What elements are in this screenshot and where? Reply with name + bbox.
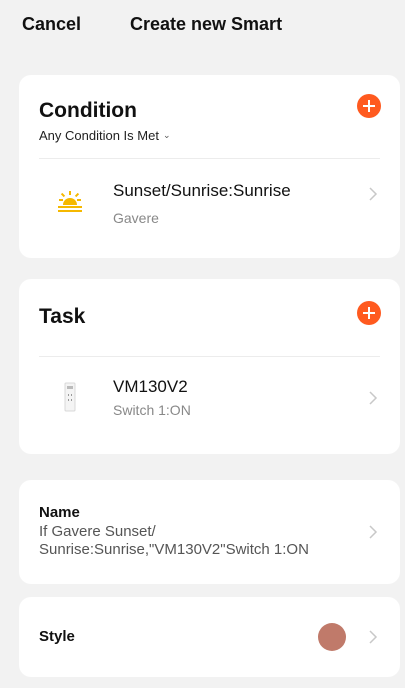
top-bar: Cancel Create new Smart bbox=[0, 0, 405, 52]
task-item-subtitle: Switch 1:ON bbox=[113, 402, 191, 418]
chevron-right-icon bbox=[369, 630, 378, 644]
task-item-title: VM130V2 bbox=[113, 377, 188, 396]
condition-item-title: Sunset/Sunrise:Sunrise bbox=[113, 181, 291, 200]
task-card: Task VM130V2 Switch 1:ON bbox=[19, 279, 400, 454]
add-condition-button[interactable] bbox=[357, 94, 381, 118]
cancel-button[interactable]: Cancel bbox=[22, 14, 81, 35]
condition-mode-dropdown[interactable]: Any Condition Is Met ⌄ bbox=[39, 128, 171, 143]
chevron-right-icon bbox=[369, 187, 378, 201]
style-row[interactable]: Style bbox=[19, 597, 400, 677]
switch-device-icon bbox=[64, 382, 76, 412]
caret-down-icon: ⌄ bbox=[162, 130, 171, 140]
chevron-right-icon bbox=[369, 525, 378, 539]
condition-mode-label: Any Condition Is Met bbox=[39, 128, 159, 143]
task-title: Task bbox=[39, 305, 86, 328]
add-task-button[interactable] bbox=[357, 301, 381, 325]
name-row[interactable]: Name If Gavere Sunset/ Sunrise:Sunrise,"… bbox=[19, 480, 400, 584]
condition-title: Condition bbox=[39, 99, 137, 122]
condition-item-subtitle: Gavere bbox=[113, 210, 159, 226]
plus-icon bbox=[363, 100, 375, 112]
name-label: Name bbox=[39, 504, 80, 521]
task-item[interactable]: VM130V2 Switch 1:ON bbox=[19, 357, 400, 447]
page-title: Create new Smart bbox=[130, 14, 283, 34]
style-color-swatch[interactable] bbox=[318, 623, 346, 651]
name-value: If Gavere Sunset/ Sunrise:Sunrise,"VM130… bbox=[39, 523, 309, 558]
plus-icon bbox=[363, 307, 375, 319]
style-label: Style bbox=[39, 628, 75, 645]
chevron-right-icon bbox=[369, 391, 378, 405]
sunrise-icon bbox=[58, 191, 82, 212]
condition-item[interactable]: Sunset/Sunrise:Sunrise Gavere bbox=[19, 159, 400, 249]
condition-card: Condition Any Condition Is Met ⌄ Sunset/S… bbox=[19, 75, 400, 258]
